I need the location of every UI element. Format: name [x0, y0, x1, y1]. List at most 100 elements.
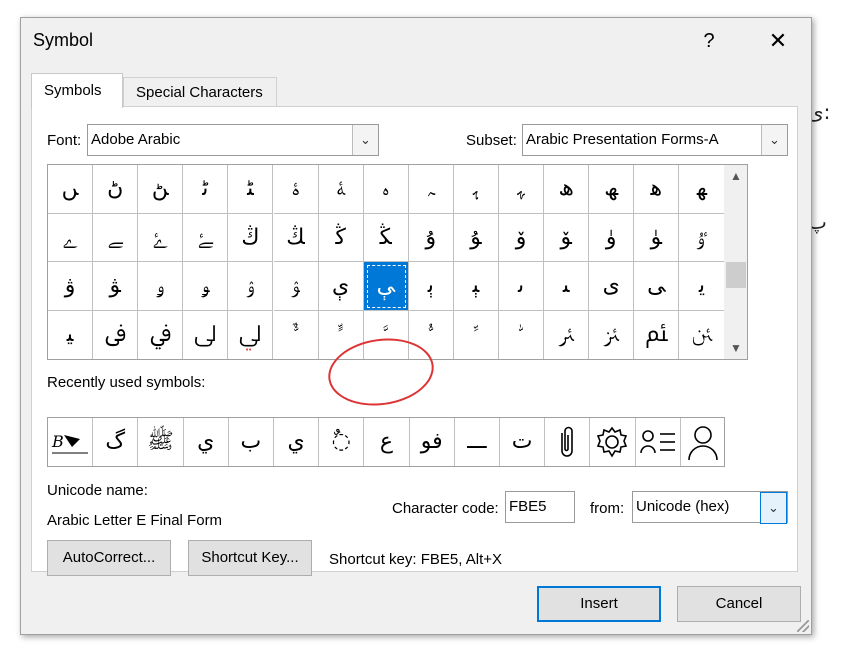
- subset-dropdown[interactable]: Arabic Presentation Forms-A ⌄: [522, 124, 788, 156]
- symbol-cell[interactable]: ﮰ: [138, 213, 184, 262]
- symbol-cell[interactable]: ﯽ: [634, 262, 680, 311]
- close-button[interactable]: ✕: [763, 26, 793, 56]
- symbol-cell[interactable]: ﮡ: [138, 165, 184, 214]
- symbol-cell[interactable]: ﱤ: [544, 310, 590, 359]
- symbol-cell[interactable]: ﯓ: [228, 213, 274, 262]
- symbol-cell[interactable]: ﯛ: [589, 213, 635, 262]
- symbol-cell[interactable]: ﮫ: [589, 165, 635, 214]
- symbol-cell[interactable]: ﯧ: [453, 262, 499, 311]
- symbol-cell[interactable]: ﰲ: [138, 310, 184, 359]
- recent-symbol[interactable]: ◌ٌ: [319, 418, 365, 466]
- symbol-cell[interactable]: ﮥ: [318, 165, 364, 214]
- recent-symbol[interactable]: ﷺ: [138, 418, 184, 466]
- recent-symbol[interactable]: ي: [274, 418, 320, 466]
- symbol-cell[interactable]: ﱃ: [183, 310, 229, 359]
- autocorrect-button[interactable]: AutoCorrect...: [47, 540, 171, 576]
- recent-logo-symbol[interactable]: B: [48, 418, 94, 466]
- symbol-cell[interactable]: ﱥ: [589, 310, 635, 359]
- symbol-cell[interactable]: ﯝ: [679, 213, 725, 262]
- symbol-cell[interactable]: ﯦ: [408, 262, 454, 311]
- symbol-cell[interactable]: ﱦ: [634, 310, 680, 359]
- recent-label: Recently used symbols:: [47, 374, 206, 391]
- symbol-cell[interactable]: ﮯ: [93, 213, 139, 262]
- symbol-cell[interactable]: ﯼ: [589, 262, 635, 311]
- symbol-cell[interactable]: ﮭ: [679, 165, 725, 214]
- symbol-cell[interactable]: ﯢ: [228, 262, 274, 311]
- help-button[interactable]: ?: [697, 26, 721, 56]
- symbol-cell[interactable]: ﮣ: [228, 165, 274, 214]
- insert-button[interactable]: Insert: [537, 586, 661, 622]
- symbol-cell[interactable]: ﯕ: [318, 213, 364, 262]
- shortcut-key-button[interactable]: Shortcut Key...: [188, 540, 312, 576]
- symbol-cell[interactable]: ﯘ: [453, 213, 499, 262]
- character-code-field[interactable]: FBE5: [505, 491, 575, 523]
- symbol-cell-selected[interactable]: ﯥ: [363, 262, 409, 311]
- gear-icon[interactable]: [590, 418, 636, 466]
- symbol-cell[interactable]: ﯤ: [318, 262, 364, 311]
- symbol-cell[interactable]: ﮤ: [273, 165, 319, 214]
- symbols-panel: Font: Adobe Arabic ⌄ Subset: Arabic Pres…: [31, 106, 798, 576]
- chevron-down-icon[interactable]: ⌄: [760, 492, 787, 524]
- symbol-cell[interactable]: ﯩ: [544, 262, 590, 311]
- symbol-cell[interactable]: ﮟ: [48, 165, 94, 214]
- recent-symbol[interactable]: ـــ: [455, 418, 500, 466]
- symbol-cell[interactable]: ﯾ: [679, 262, 725, 311]
- symbol-cell[interactable]: ﯚ: [544, 213, 590, 262]
- symbol-cell[interactable]: ﱢ: [453, 310, 499, 359]
- symbol-cell[interactable]: ﱞ: [273, 310, 319, 359]
- symbol-cell[interactable]: ﮬ: [634, 165, 680, 214]
- symbol-cell[interactable]: ﯜ: [634, 213, 680, 262]
- recent-symbol[interactable]: ي: [184, 418, 229, 466]
- cancel-button[interactable]: Cancel: [677, 586, 801, 622]
- unicode-name-label: Unicode name:: [47, 482, 148, 499]
- symbol-cell[interactable]: ﯞ: [48, 262, 94, 311]
- symbol-cell[interactable]: ﯡ: [183, 262, 229, 311]
- symbol-cell[interactable]: ﯗ: [408, 213, 454, 262]
- symbol-cell[interactable]: ﮱ: [183, 213, 229, 262]
- symbol-cell[interactable]: ﱄ: [228, 310, 274, 359]
- symbol-cell[interactable]: ﮦ: [363, 165, 409, 214]
- symbol-cell[interactable]: ﯔ: [273, 213, 319, 262]
- symbol-cell[interactable]: ﮧ: [408, 165, 454, 214]
- symbol-cell[interactable]: ﮢ: [183, 165, 229, 214]
- font-dropdown[interactable]: Adobe Arabic ⌄: [87, 124, 379, 156]
- symbol-cell[interactable]: ﰱ: [93, 310, 139, 359]
- symbol-cell[interactable]: ﱧ: [679, 310, 725, 359]
- grid-scrollbar[interactable]: ▲ ▼: [724, 164, 748, 360]
- person-list-icon[interactable]: [636, 418, 681, 466]
- tab-special-characters[interactable]: Special Characters: [123, 77, 277, 107]
- paperclip-icon[interactable]: [545, 418, 591, 466]
- recent-symbol[interactable]: گ: [93, 418, 139, 466]
- symbol-cell[interactable]: ﯙ: [499, 213, 545, 262]
- tab-special-characters-label: Special Characters: [136, 84, 263, 101]
- symbol-cell[interactable]: ﮪ: [544, 165, 590, 214]
- resize-grip-icon[interactable]: [797, 620, 809, 632]
- symbol-cell[interactable]: ﯖ: [363, 213, 409, 262]
- recent-symbol[interactable]: ت: [500, 418, 546, 466]
- scroll-thumb[interactable]: [726, 262, 746, 288]
- symbol-cell[interactable]: ﮩ: [499, 165, 545, 214]
- recent-symbol[interactable]: ع: [364, 418, 410, 466]
- symbol-cell[interactable]: ﯨ: [499, 262, 545, 311]
- symbol-cell[interactable]: ﯠ: [138, 262, 184, 311]
- chevron-down-icon[interactable]: ⌄: [761, 125, 787, 155]
- shortcut-key-info: Shortcut key: FBE5, Alt+X: [329, 551, 502, 568]
- recent-symbol[interactable]: ب: [229, 418, 274, 466]
- symbol-cell[interactable]: ﮨ: [453, 165, 499, 214]
- symbol-cell[interactable]: ﮠ: [93, 165, 139, 214]
- subset-label: Subset:: [466, 132, 517, 149]
- symbol-cell[interactable]: ﯟ: [93, 262, 139, 311]
- symbol-cell[interactable]: ﱣ: [499, 310, 545, 359]
- symbol-cell[interactable]: ﯣ: [273, 262, 319, 311]
- character-code-value: FBE5: [509, 498, 547, 515]
- scroll-up-icon[interactable]: ▲: [724, 165, 748, 187]
- chevron-down-icon[interactable]: ⌄: [352, 125, 378, 155]
- scroll-down-icon[interactable]: ▼: [724, 337, 748, 359]
- symbol-cell[interactable]: ﮮ: [48, 213, 94, 262]
- person-icon[interactable]: [681, 418, 726, 466]
- from-value: Unicode (hex): [636, 498, 730, 515]
- symbol-cell[interactable]: ﯿ: [48, 310, 94, 359]
- recent-symbol[interactable]: فو: [410, 418, 455, 466]
- tab-symbols[interactable]: Symbols: [31, 73, 123, 108]
- from-dropdown[interactable]: Unicode (hex) ⌄: [632, 491, 788, 524]
